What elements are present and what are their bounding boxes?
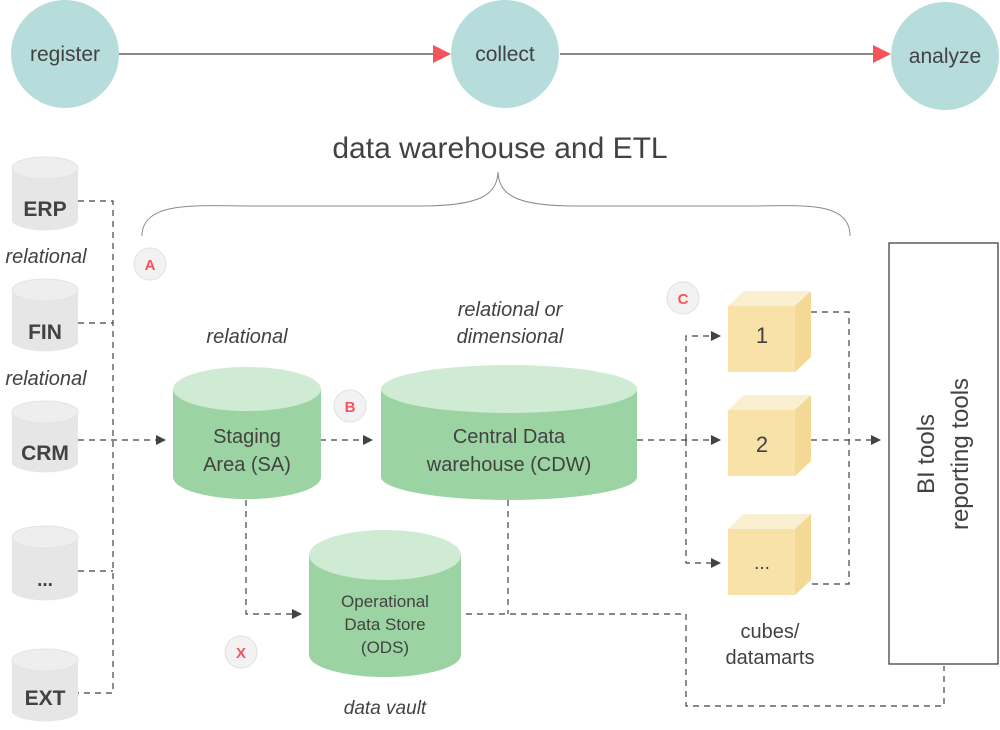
process-flow: register collect analyze xyxy=(11,0,999,110)
etl-diagram: register collect analyze data warehouse … xyxy=(5,0,999,722)
bi-label: reporting tools xyxy=(947,378,974,530)
cube-label: 1 xyxy=(756,323,768,348)
marker-a[interactable]: A xyxy=(133,247,167,281)
cube-other[interactable]: ... xyxy=(728,514,811,595)
marker-b[interactable]: B xyxy=(333,389,367,423)
source-label: FIN xyxy=(28,321,62,344)
cdw-caption: dimensional xyxy=(457,326,564,348)
ods-caption: data vault xyxy=(344,698,427,719)
source-label: ERP xyxy=(23,198,66,221)
step-collect[interactable]: collect xyxy=(451,0,559,108)
source-fin[interactable]: FIN xyxy=(11,278,79,352)
staging-label: Area (SA) xyxy=(203,454,291,476)
section-title: data warehouse and ETL xyxy=(332,132,667,165)
flow-arrowhead-icon xyxy=(873,45,891,63)
step-label: register xyxy=(30,43,100,66)
central-data-warehouse[interactable]: Central Data warehouse (CDW) xyxy=(381,365,637,500)
cdw-label: Central Data xyxy=(453,426,566,448)
operational-data-store[interactable]: Operational Data Store (ODS) xyxy=(309,530,461,677)
cube-1[interactable]: 1 xyxy=(728,291,811,372)
marker-label: X xyxy=(236,645,246,662)
step-label: collect xyxy=(475,43,535,66)
staging-label: Staging xyxy=(213,426,281,448)
ods-label: Data Store xyxy=(344,615,425,634)
cubes-caption: datamarts xyxy=(726,647,815,669)
staging-area[interactable]: Staging Area (SA) xyxy=(173,367,321,499)
cube-label: ... xyxy=(754,553,770,574)
cube-2[interactable]: 2 xyxy=(728,395,811,476)
cdw-label: warehouse (CDW) xyxy=(426,454,591,476)
staging-caption: relational xyxy=(206,326,288,348)
ods-label: Operational xyxy=(341,592,429,611)
marker-label: A xyxy=(145,257,156,274)
source-label: ... xyxy=(37,570,53,591)
marker-x[interactable]: X xyxy=(224,635,258,669)
ods-label: (ODS) xyxy=(361,638,409,657)
step-register[interactable]: register xyxy=(11,0,119,108)
marker-label: B xyxy=(345,399,356,416)
bi-label: BI tools xyxy=(913,414,940,494)
source-caption: relational xyxy=(5,246,87,268)
source-crm[interactable]: CRM xyxy=(11,400,79,473)
bi-tools-box[interactable]: BI tools reporting tools xyxy=(888,242,999,665)
source-label: CRM xyxy=(21,442,69,465)
step-label: analyze xyxy=(909,45,981,68)
cube-label: 2 xyxy=(756,432,768,457)
flow-arrowhead-icon xyxy=(433,45,451,63)
marker-c[interactable]: C xyxy=(666,281,700,315)
marker-label: C xyxy=(678,291,689,308)
source-other[interactable]: ... xyxy=(11,525,79,601)
source-erp[interactable]: ERP xyxy=(11,156,79,231)
cdw-caption: relational or xyxy=(458,299,564,321)
source-caption: relational xyxy=(5,368,87,390)
source-ext[interactable]: EXT xyxy=(11,648,79,722)
step-analyze[interactable]: analyze xyxy=(891,2,999,110)
source-label: EXT xyxy=(25,687,66,710)
curly-brace xyxy=(141,171,851,237)
cubes-caption: cubes/ xyxy=(741,621,800,643)
